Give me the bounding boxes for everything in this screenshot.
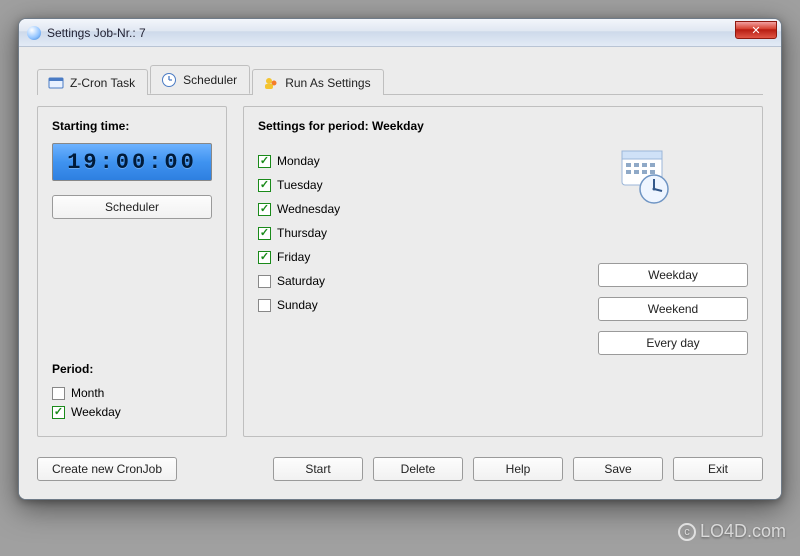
checkbox-icon xyxy=(258,275,271,288)
checkbox-icon xyxy=(258,179,271,192)
checkbox-label: Saturday xyxy=(277,274,325,288)
start-button[interactable]: Start xyxy=(273,457,363,481)
tabstrip: Z-Cron Task Scheduler Run As Settings xyxy=(37,65,763,95)
checkbox-icon xyxy=(258,203,271,216)
close-icon: ✕ xyxy=(751,24,760,37)
period-option-month[interactable]: Month xyxy=(52,386,212,400)
preset-buttons: Weekday Weekend Every day xyxy=(598,263,748,355)
tab-scheduler[interactable]: Scheduler xyxy=(150,65,250,94)
checkbox-label: Tuesday xyxy=(277,178,323,192)
copyright-icon: c xyxy=(678,523,696,541)
period-heading: Period: xyxy=(52,362,212,376)
close-button[interactable]: ✕ xyxy=(735,21,777,39)
checkbox-icon xyxy=(258,251,271,264)
day-thursday[interactable]: Thursday xyxy=(258,226,340,240)
calendar-clock-icon xyxy=(616,149,672,205)
checkbox-icon xyxy=(258,155,271,168)
checkbox-label: Friday xyxy=(277,250,310,264)
checkbox-label: Wednesday xyxy=(277,202,340,216)
period-settings-heading: Settings for period: Weekday xyxy=(258,119,748,133)
tab-label: Z-Cron Task xyxy=(70,76,135,90)
checkbox-label: Thursday xyxy=(277,226,327,240)
day-saturday[interactable]: Saturday xyxy=(258,274,340,288)
day-sunday[interactable]: Sunday xyxy=(258,298,340,312)
tab-content: Starting time: 19:00:00 Scheduler Period… xyxy=(37,106,763,437)
client-area: Z-Cron Task Scheduler Run As Settings St… xyxy=(19,47,781,499)
day-tuesday[interactable]: Tuesday xyxy=(258,178,340,192)
clock-icon xyxy=(161,72,177,88)
days-list: Monday Tuesday Wednesday Thursday Friday… xyxy=(258,149,340,355)
day-monday[interactable]: Monday xyxy=(258,154,340,168)
preset-weekday-button[interactable]: Weekday xyxy=(598,263,748,287)
period-settings-body: Monday Tuesday Wednesday Thursday Friday… xyxy=(258,143,748,355)
spacer xyxy=(187,457,263,481)
time-value: 19:00:00 xyxy=(67,150,197,175)
tab-run-as-settings[interactable]: Run As Settings xyxy=(252,69,383,95)
checkbox-icon xyxy=(52,406,65,419)
watermark: c LO4D.com xyxy=(678,521,786,542)
watermark-text: LO4D.com xyxy=(700,521,786,542)
delete-button[interactable]: Delete xyxy=(373,457,463,481)
app-icon xyxy=(27,26,41,40)
checkbox-label: Month xyxy=(71,386,104,400)
task-icon xyxy=(48,75,64,91)
day-wednesday[interactable]: Wednesday xyxy=(258,202,340,216)
starting-time-heading: Starting time: xyxy=(52,119,212,133)
time-display[interactable]: 19:00:00 xyxy=(52,143,212,181)
checkbox-icon xyxy=(258,299,271,312)
period-group: Period: Month Weekday xyxy=(52,362,212,424)
checkbox-icon xyxy=(52,387,65,400)
tab-label: Run As Settings xyxy=(285,76,370,90)
users-icon xyxy=(263,75,279,91)
preset-weekend-button[interactable]: Weekend xyxy=(598,297,748,321)
period-settings-panel: Settings for period: Weekday Monday xyxy=(243,106,763,437)
checkbox-icon xyxy=(258,227,271,240)
starting-time-panel: Starting time: 19:00:00 Scheduler Period… xyxy=(37,106,227,437)
scheduler-button[interactable]: Scheduler xyxy=(52,195,212,219)
tab-label: Scheduler xyxy=(183,73,237,87)
checkbox-label: Weekday xyxy=(71,405,121,419)
exit-button[interactable]: Exit xyxy=(673,457,763,481)
tab-zcron-task[interactable]: Z-Cron Task xyxy=(37,69,148,95)
dialog-button-row: Create new CronJob Start Delete Help Sav… xyxy=(37,457,763,481)
checkbox-label: Monday xyxy=(277,154,320,168)
day-friday[interactable]: Friday xyxy=(258,250,340,264)
save-button[interactable]: Save xyxy=(573,457,663,481)
app-window: Settings Job-Nr.: 7 ✕ Z-Cron Task Schedu… xyxy=(18,18,782,500)
window-title: Settings Job-Nr.: 7 xyxy=(47,26,146,40)
checkbox-label: Sunday xyxy=(277,298,318,312)
help-button[interactable]: Help xyxy=(473,457,563,481)
preset-everyday-button[interactable]: Every day xyxy=(598,331,748,355)
period-option-weekday[interactable]: Weekday xyxy=(52,405,212,419)
titlebar[interactable]: Settings Job-Nr.: 7 ✕ xyxy=(19,19,781,47)
create-cronjob-button[interactable]: Create new CronJob xyxy=(37,457,177,481)
